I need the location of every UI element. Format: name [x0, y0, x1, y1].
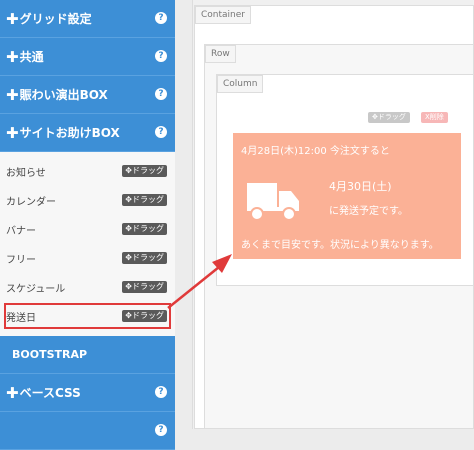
arrow-icon — [167, 254, 232, 309]
